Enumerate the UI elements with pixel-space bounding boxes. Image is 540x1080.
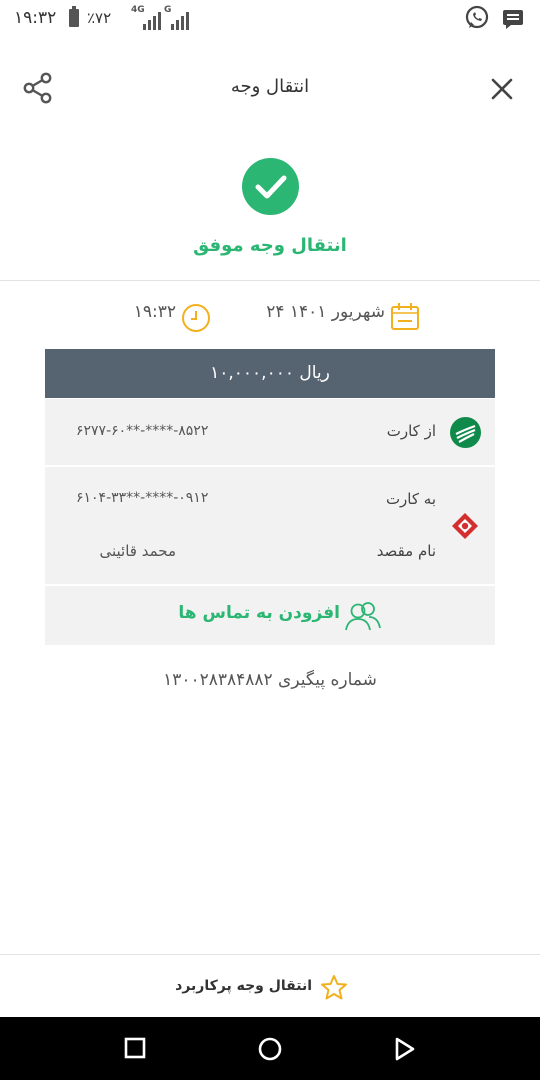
- divider-bottom: [0, 954, 540, 955]
- success-badge: [242, 158, 299, 215]
- bank-green-icon: [450, 417, 481, 448]
- calendar-icon: [391, 303, 419, 330]
- destination-name: محمد قائینی: [99, 542, 176, 560]
- destination-name-label: نام مقصد: [376, 542, 436, 560]
- system-nav-bar: [0, 1017, 540, 1080]
- transfer-date: ۲۴ شهریور ۱۴۰۱: [266, 302, 385, 322]
- transfer-amount: ۱۰,۰۰۰,۰۰۰ ریال: [210, 363, 330, 383]
- square-nav-icon[interactable]: [124, 1037, 146, 1059]
- page-title: انتقال وجه: [230, 76, 310, 97]
- signal-icon-1: [143, 8, 161, 30]
- signal-icon-2: [171, 8, 189, 30]
- tracking-number: شماره پیگیری ۱۳۰۰۲۸۳۸۴۸۸۲: [163, 670, 377, 690]
- message-icon: [503, 10, 523, 29]
- whatsapp-icon: [465, 5, 489, 29]
- circle-nav-icon[interactable]: [257, 1036, 283, 1062]
- success-message: انتقال وجه موفق: [193, 235, 347, 256]
- clock-icon: [182, 304, 210, 332]
- to-card-label: به کارت: [385, 490, 436, 508]
- from-card-label: از کارت: [386, 422, 436, 440]
- add-contact-label: افزودن به تماس ها: [178, 603, 340, 623]
- star-icon[interactable]: [320, 974, 348, 1001]
- divider: [0, 280, 540, 281]
- close-icon[interactable]: [490, 77, 514, 101]
- status-time: ۱۹:۳۲: [14, 8, 57, 28]
- triangle-nav-icon[interactable]: [393, 1036, 417, 1062]
- battery-percent: ٪۷۲: [87, 9, 112, 27]
- status-bar: ۱۹:۳۲ ٪۷۲ 4G G: [0, 0, 540, 36]
- battery-icon: [69, 6, 79, 27]
- bank-red-icon: [452, 513, 478, 539]
- transfer-time: ۱۹:۳۲: [133, 302, 176, 322]
- to-card-number: ۶۱۰۴-۳۳**-****-۰۹۱۲: [76, 490, 209, 506]
- to-card-panel: [45, 467, 495, 584]
- favorite-transfer-link[interactable]: انتقال وجه پرکاربرد: [150, 978, 312, 994]
- share-icon[interactable]: [22, 71, 54, 105]
- contacts-icon: [345, 602, 381, 631]
- check-icon: [255, 175, 287, 199]
- from-card-number: ۶۲۷۷-۶۰**-****-۸۵۲۲: [76, 423, 209, 439]
